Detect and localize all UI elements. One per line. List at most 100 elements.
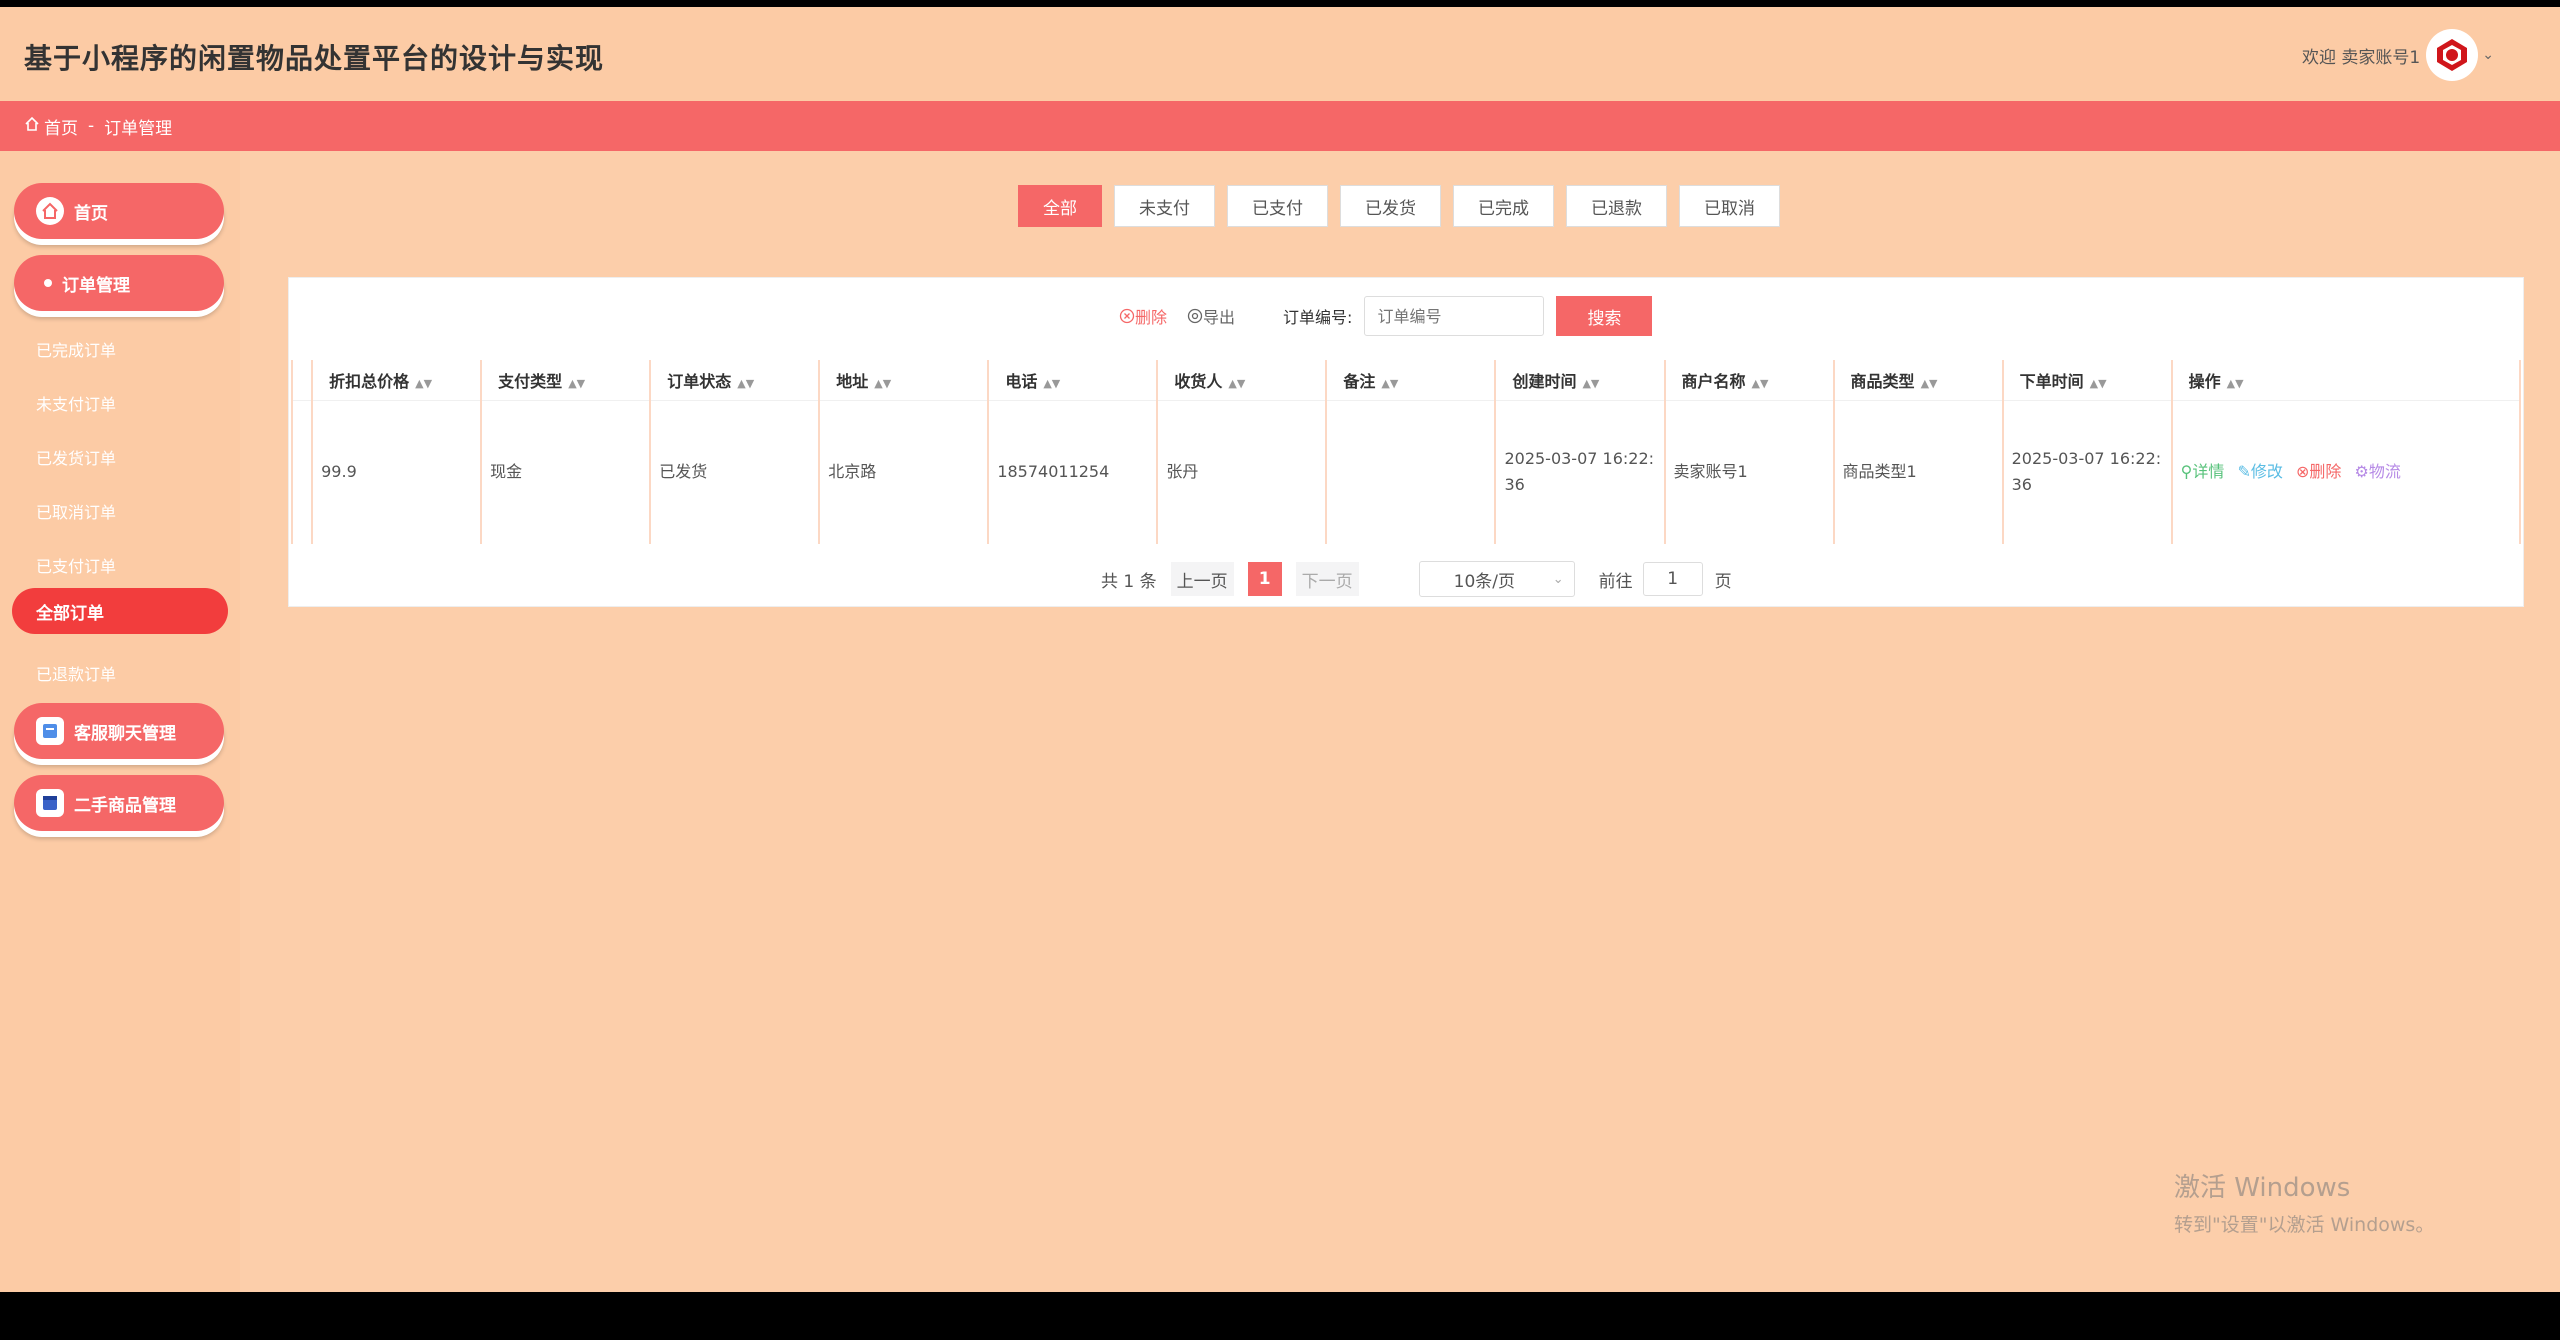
col-header-order-time[interactable]: 下单时间 ▲▼ bbox=[2002, 360, 2173, 401]
prev-page-button[interactable]: 上一页 bbox=[1170, 562, 1234, 596]
cell-ops: ⚲详情 ✎修改 ⊗删除 ⚙物流 bbox=[2171, 400, 2522, 544]
sidebar-subitem-completed[interactable]: 已完成订单 bbox=[36, 337, 116, 361]
avatar-logo-icon bbox=[2437, 39, 2468, 71]
logistics-link[interactable]: ⚙物流 bbox=[2355, 462, 2405, 481]
col-header-receiver[interactable]: 收货人 ▲▼ bbox=[1157, 360, 1328, 401]
sidebar-subitem-shipped[interactable]: 已发货订单 bbox=[36, 445, 116, 469]
app-window: 基于小程序的闲置物品处置平台的设计与实现 欢迎 卖家账号1 ⌄ 首页 - 订单管… bbox=[0, 7, 2560, 1292]
delete-link[interactable]: ⊗删除 bbox=[2296, 462, 2345, 481]
cell-receiver: 张丹 bbox=[1157, 400, 1328, 544]
sort-icon: ▲▼ bbox=[1043, 376, 1061, 390]
sort-icon: ▲▼ bbox=[874, 376, 892, 390]
tab-unpaid[interactable]: 未支付 bbox=[1114, 185, 1215, 227]
export-circle-icon bbox=[1187, 308, 1203, 324]
col-header-pay-type[interactable]: 支付类型 ▲▼ bbox=[481, 360, 652, 401]
sort-icon: ▲▼ bbox=[415, 376, 433, 390]
sidebar-item-label: 全部订单 bbox=[36, 603, 104, 624]
col-header-address[interactable]: 地址 ▲▼ bbox=[819, 360, 990, 401]
chevron-down-icon: ⌄ bbox=[1552, 571, 1564, 587]
sidebar-item-label: 二手商品管理 bbox=[74, 795, 176, 816]
tab-completed[interactable]: 已完成 bbox=[1453, 185, 1554, 227]
close-circle-icon bbox=[1119, 308, 1135, 324]
pagination-total: 共 1 条 bbox=[1101, 571, 1157, 592]
col-header-merchant[interactable]: 商户名称 ▲▼ bbox=[1664, 360, 1835, 401]
goods-icon bbox=[36, 789, 64, 817]
breadcrumb-home[interactable]: 首页 bbox=[44, 114, 78, 139]
col-header-phone[interactable]: 电话 ▲▼ bbox=[988, 360, 1159, 401]
sidebar-subitem-unpaid[interactable]: 未支付订单 bbox=[36, 391, 116, 415]
sort-icon: ▲▼ bbox=[2226, 376, 2244, 390]
export-button[interactable]: 导出 bbox=[1187, 304, 1235, 328]
page-size-select[interactable]: 10条/页 ⌄ bbox=[1418, 561, 1575, 597]
search-button[interactable]: 搜索 bbox=[1556, 296, 1653, 336]
page-number-current[interactable]: 1 bbox=[1247, 562, 1282, 596]
welcome-text: 欢迎 卖家账号1 bbox=[2302, 47, 2421, 68]
cell-remark bbox=[1326, 400, 1497, 544]
sidebar-item-chat-mgmt[interactable]: 客服聊天管理 bbox=[14, 703, 224, 759]
tab-paid[interactable]: 已支付 bbox=[1227, 185, 1328, 227]
delete-label: 删除 bbox=[1135, 308, 1168, 327]
delete-button[interactable]: 删除 bbox=[1119, 304, 1167, 328]
order-no-label: 订单编号: bbox=[1283, 308, 1353, 327]
col-header-created[interactable]: 创建时间 ▲▼ bbox=[1495, 360, 1666, 401]
sidebar-subitem-refunded[interactable]: 已退款订单 bbox=[36, 661, 116, 685]
col-header-goods-type[interactable]: 商品类型 ▲▼ bbox=[1833, 360, 2004, 401]
header: 基于小程序的闲置物品处置平台的设计与实现 欢迎 卖家账号1 ⌄ bbox=[0, 7, 2560, 101]
page-size-value: 10条/页 bbox=[1453, 571, 1515, 592]
sort-icon: ▲▼ bbox=[1582, 376, 1600, 390]
cell-phone: 18574011254 bbox=[988, 400, 1159, 544]
cell-order-time: 2025-03-07 16:22:36 bbox=[2002, 400, 2173, 544]
col-header-status[interactable]: 订单状态 ▲▼ bbox=[650, 360, 821, 401]
edit-link[interactable]: ✎修改 bbox=[2237, 462, 2286, 481]
breadcrumb-separator: - bbox=[88, 116, 95, 136]
sidebar-item-goods-mgmt[interactable]: 二手商品管理 bbox=[14, 775, 224, 831]
tab-refunded[interactable]: 已退款 bbox=[1566, 185, 1667, 227]
cell-created: 2025-03-07 16:22:36 bbox=[1495, 400, 1666, 544]
windows-activation-watermark: 激活 Windows 转到"设置"以激活 Windows。 bbox=[2174, 1167, 2434, 1237]
sidebar: 首页 订单管理 已完成订单 未支付订单 已发货订单 已取消订单 已支付订单 全部… bbox=[0, 151, 240, 1292]
tab-shipped[interactable]: 已发货 bbox=[1340, 185, 1441, 227]
sidebar-subitem-cancelled[interactable]: 已取消订单 bbox=[36, 499, 116, 523]
order-no-input[interactable] bbox=[1364, 296, 1545, 336]
sort-icon: ▲▼ bbox=[1228, 376, 1246, 390]
sort-icon: ▲▼ bbox=[1920, 376, 1938, 390]
breadcrumb-current: 订单管理 bbox=[104, 118, 173, 139]
home-icon bbox=[36, 197, 64, 225]
sidebar-subitem-paid[interactable]: 已支付订单 bbox=[36, 553, 116, 577]
chevron-down-icon[interactable]: ⌄ bbox=[2482, 47, 2494, 63]
cell-merchant: 卖家账号1 bbox=[1664, 400, 1835, 544]
tab-all[interactable]: 全部 bbox=[1018, 185, 1102, 227]
sidebar-item-home[interactable]: 首页 bbox=[14, 183, 224, 239]
row-spacer bbox=[290, 400, 314, 544]
sort-icon: ▲▼ bbox=[1751, 376, 1769, 390]
breadcrumb: 首页 - 订单管理 bbox=[0, 101, 2560, 151]
sidebar-subitem-all[interactable]: 全部订单 bbox=[12, 588, 228, 634]
sidebar-item-label: 订单管理 bbox=[62, 275, 130, 296]
cell-price: 99.9 bbox=[312, 400, 483, 544]
chat-icon bbox=[36, 717, 64, 745]
sidebar-item-label: 客服聊天管理 bbox=[74, 723, 176, 744]
user-menu[interactable]: 欢迎 卖家账号1 ⌄ bbox=[2302, 31, 2494, 79]
status-tabs: 全部 未支付 已支付 已发货 已完成 已退款 已取消 bbox=[1018, 185, 1792, 227]
tab-cancelled[interactable]: 已取消 bbox=[1679, 185, 1780, 227]
table-header-row: 折扣总价格 ▲▼ 支付类型 ▲▼ 订单状态 ▲▼ 地址 ▲▼ 电话 ▲▼ 收货人 ▲▼ 备注… bbox=[290, 360, 2522, 401]
pagination: 共 1 条 上一页 1 下一页 10条/页 ⌄ 前往 1 页 bbox=[1101, 561, 1732, 597]
bullet-icon bbox=[44, 279, 52, 287]
sort-icon: ▲▼ bbox=[568, 376, 586, 390]
col-header-remark[interactable]: 备注 ▲▼ bbox=[1326, 360, 1497, 401]
col-header-price[interactable]: 折扣总价格 ▲▼ bbox=[312, 360, 483, 401]
export-label: 导出 bbox=[1203, 308, 1236, 327]
col-header-ops[interactable]: 操作 ▲▼ bbox=[2171, 360, 2522, 401]
detail-link[interactable]: ⚲详情 bbox=[2181, 462, 2229, 481]
next-page-button[interactable]: 下一页 bbox=[1295, 562, 1359, 596]
goto-page-input[interactable]: 1 bbox=[1642, 562, 1703, 596]
table-row[interactable]: 99.9 现金 已发货 北京路 18574011254 张丹 2025-03-0… bbox=[290, 400, 2522, 544]
goto-label: 前往 bbox=[1598, 571, 1633, 592]
watermark-title: 激活 Windows bbox=[2174, 1173, 2351, 1203]
sidebar-item-label: 首页 bbox=[74, 203, 108, 224]
sidebar-item-order-mgmt[interactable]: 订单管理 bbox=[14, 255, 224, 311]
cell-pay-type: 现金 bbox=[481, 400, 652, 544]
sort-icon: ▲▼ bbox=[2089, 376, 2107, 390]
watermark-subtitle: 转到"设置"以激活 Windows。 bbox=[2174, 1214, 2435, 1236]
avatar[interactable] bbox=[2428, 31, 2477, 79]
